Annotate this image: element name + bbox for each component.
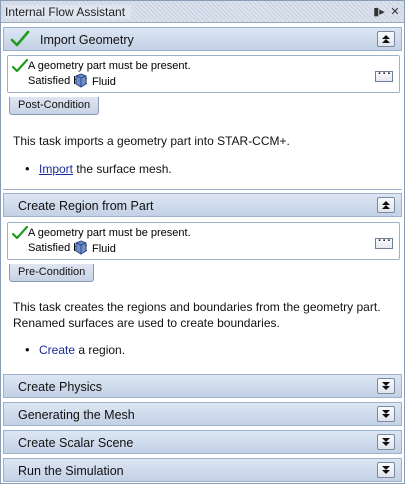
checkmark-icon [10,30,30,47]
section-title: Import Geometry [40,33,134,47]
section-header-create-physics[interactable]: Create Physics [3,374,402,398]
section-title: Create Physics [18,380,103,394]
condition-message: A geometry part must be present. [28,227,191,239]
section-title: Create Scalar Scene [18,436,134,450]
create-link[interactable]: Create [39,343,75,357]
ellipsis-icon: ··· [378,68,392,80]
task-step: Import the surface mesh. [25,161,172,176]
section-header-run-simulation[interactable]: Run the Simulation [3,458,402,482]
ellipsis-icon: ··· [378,235,392,247]
satisfied-by-value[interactable]: Fluid [92,243,116,255]
geometry-part-icon [75,73,87,88]
checkmark-icon [11,58,29,73]
double-chevron-up-icon [382,35,390,43]
expand-button[interactable] [377,378,395,394]
divider [3,189,402,190]
double-chevron-down-icon [382,382,390,390]
more-options-button[interactable]: ··· [375,235,393,249]
post-condition-tab[interactable]: Post-Condition [9,97,100,115]
double-chevron-down-icon [382,410,390,418]
section-header-import-geometry[interactable]: Import Geometry [3,27,402,51]
close-icon[interactable]: ✕ [389,5,401,18]
task-description: This task imports a geometry part into S… [13,134,290,148]
task-description: This task creates the regions and bounda… [13,300,381,330]
condition-message: A geometry part must be present. [28,60,191,72]
collapse-button[interactable] [377,197,395,213]
task-step: Create a region. [25,342,126,357]
double-chevron-up-icon [382,201,390,209]
section-title: Generating the Mesh [18,408,135,422]
import-link[interactable]: Import [39,162,73,176]
section-title: Run the Simulation [18,464,124,478]
section-header-create-scalar-scene[interactable]: Create Scalar Scene [3,430,402,454]
section-header-generating-mesh[interactable]: Generating the Mesh [3,402,402,426]
dock-icon[interactable]: ▮▸ [373,5,385,18]
double-chevron-down-icon [382,438,390,446]
expand-button[interactable] [377,462,395,478]
panel-title: Internal Flow Assistant [5,5,132,19]
internal-flow-assistant-panel: Internal Flow Assistant ▮▸ ✕ Import Geom… [0,0,405,484]
title-bar: Internal Flow Assistant ▮▸ ✕ [1,1,404,23]
section-header-create-region[interactable]: Create Region from Part [3,193,402,217]
condition-box: A geometry part must be present. Satisfi… [7,55,400,93]
checkmark-icon [11,225,29,240]
double-chevron-down-icon [382,466,390,474]
expand-button[interactable] [377,406,395,422]
section-title: Create Region from Part [18,199,154,213]
step-text: the surface mesh. [73,162,172,176]
pre-condition-tab[interactable]: Pre-Condition [9,264,95,282]
condition-box: A geometry part must be present. Satisfi… [7,222,400,260]
geometry-part-icon [75,240,87,255]
satisfied-by-value[interactable]: Fluid [92,76,116,88]
more-options-button[interactable]: ··· [375,68,393,82]
collapse-button[interactable] [377,31,395,47]
step-text: a region. [75,343,126,357]
expand-button[interactable] [377,434,395,450]
